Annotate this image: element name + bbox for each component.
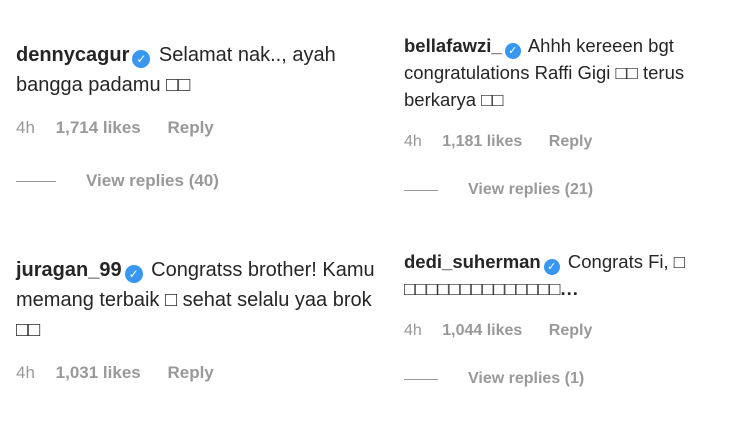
comment-dedi-suherman: dedi_suherman ✓ Congrats Fi, □ □□□□□□□□□□… bbox=[404, 248, 744, 388]
comment-bellafawzi: bellafawzi_ ✓ Ahhh kereeen bgt congratula… bbox=[404, 32, 744, 199]
comment-body: juragan_99 ✓ Congratss brother! Kamu mema… bbox=[16, 255, 386, 345]
comment-dennycagur: dennycagur ✓ Selamat nak.., ayah bangga p… bbox=[16, 40, 376, 191]
view-replies-row[interactable]: View replies (21) bbox=[404, 181, 744, 199]
comment-username[interactable]: bellafawzi_ bbox=[404, 35, 502, 56]
view-replies-button[interactable]: View replies (40) bbox=[86, 171, 219, 191]
comment-time[interactable]: 4h bbox=[16, 118, 35, 138]
comment-likes[interactable]: 1,181 likes bbox=[442, 133, 522, 151]
reply-button[interactable]: Reply bbox=[549, 133, 593, 151]
comment-meta: 4h 1,031 likes Reply bbox=[16, 363, 386, 383]
comment-time[interactable]: 4h bbox=[404, 322, 422, 340]
comment-likes[interactable]: 1,044 likes bbox=[442, 322, 522, 340]
verified-badge-icon: ✓ bbox=[504, 43, 521, 59]
comment-username[interactable]: dennycagur bbox=[16, 44, 129, 66]
comment-username[interactable]: juragan_99 bbox=[16, 259, 122, 281]
replies-divider-line bbox=[404, 378, 438, 380]
comment-body: dennycagur ✓ Selamat nak.., ayah bangga p… bbox=[16, 40, 376, 100]
replies-divider-line bbox=[16, 180, 56, 182]
comment-body: bellafawzi_ ✓ Ahhh kereeen bgt congratula… bbox=[404, 32, 744, 113]
more-button[interactable]: ... bbox=[560, 278, 578, 299]
comment-time[interactable]: 4h bbox=[16, 363, 35, 383]
comment-likes[interactable]: 1,031 likes bbox=[56, 363, 141, 383]
view-replies-button[interactable]: View replies (1) bbox=[468, 370, 584, 388]
verified-badge-icon: ✓ bbox=[132, 50, 151, 68]
view-replies-button[interactable]: View replies (21) bbox=[468, 181, 593, 199]
verified-badge-icon: ✓ bbox=[543, 259, 560, 275]
reply-button[interactable]: Reply bbox=[167, 363, 213, 383]
reply-button[interactable]: Reply bbox=[167, 118, 213, 138]
comment-meta: 4h 1,714 likes Reply bbox=[16, 118, 376, 138]
comment-body: dedi_suherman ✓ Congrats Fi, □ □□□□□□□□□□… bbox=[404, 248, 744, 302]
comment-meta: 4h 1,044 likes Reply bbox=[404, 322, 744, 340]
verified-badge-icon: ✓ bbox=[124, 265, 143, 283]
comment-juragan: juragan_99 ✓ Congratss brother! Kamu mema… bbox=[16, 255, 386, 383]
replies-divider-line bbox=[404, 189, 438, 191]
reply-button[interactable]: Reply bbox=[549, 322, 593, 340]
comment-time[interactable]: 4h bbox=[404, 133, 422, 151]
view-replies-row[interactable]: View replies (1) bbox=[404, 370, 744, 388]
comment-likes[interactable]: 1,714 likes bbox=[56, 118, 141, 138]
comment-meta: 4h 1,181 likes Reply bbox=[404, 133, 744, 151]
view-replies-row[interactable]: View replies (40) bbox=[16, 171, 376, 191]
comment-username[interactable]: dedi_suherman bbox=[404, 251, 541, 272]
